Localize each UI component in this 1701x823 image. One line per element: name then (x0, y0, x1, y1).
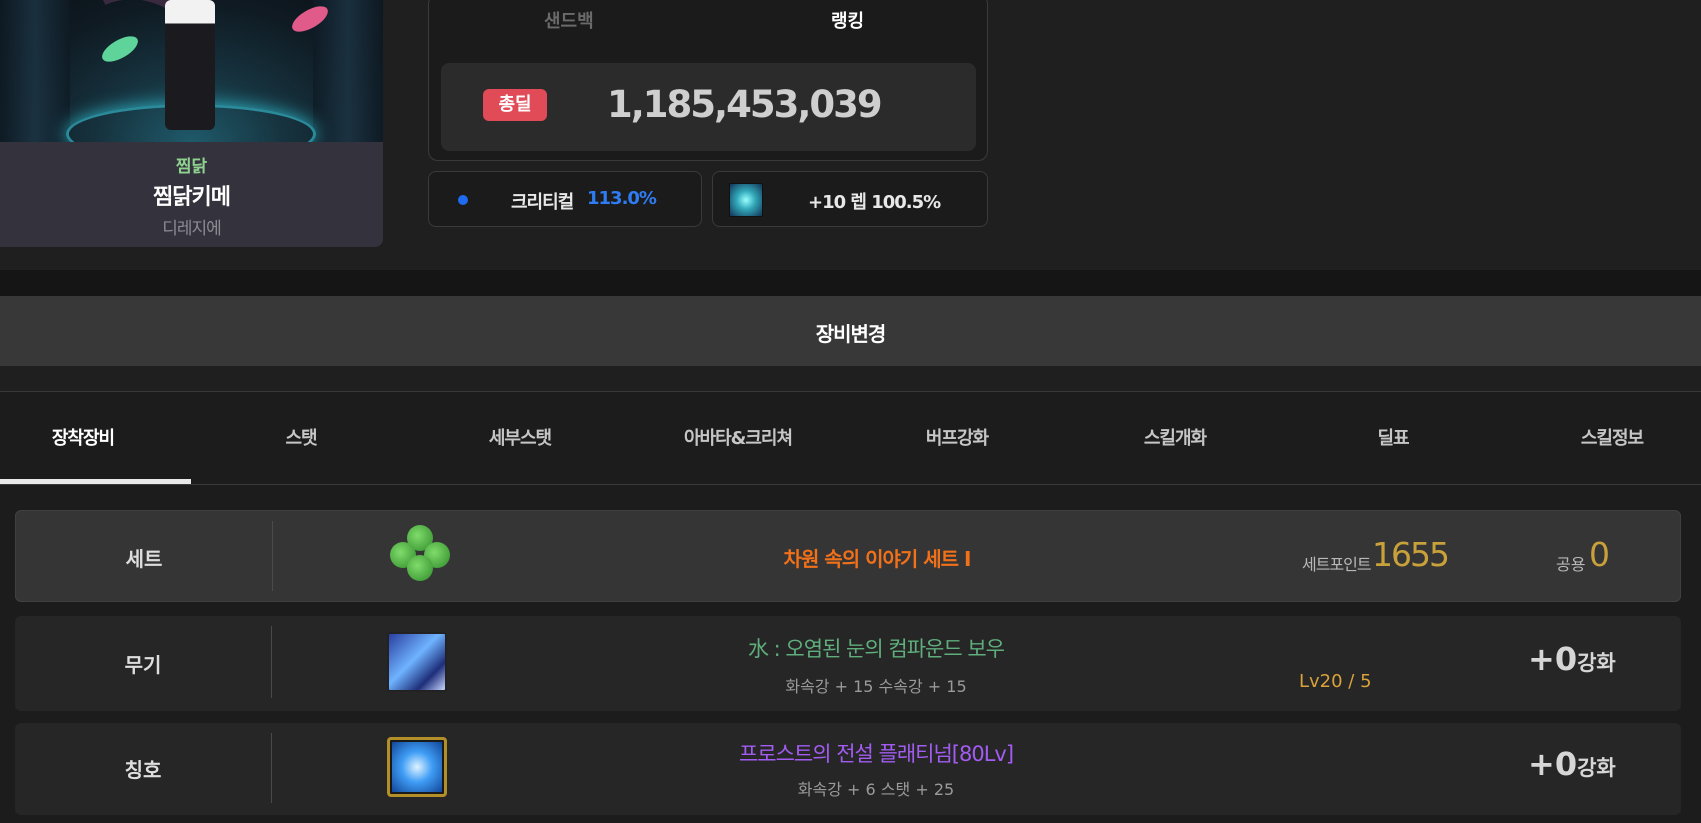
character-summary: 찜닭 찜닭키메 디레지에 샌드백 랭킹 총딜 1,185,453,039 크리티… (0, 0, 1701, 270)
weapon-level: Lv20 / 5 (1299, 671, 1372, 692)
tab-ranking[interactable]: 랭킹 (831, 7, 864, 33)
tab-detail-stats[interactable]: 세부스탯 (437, 392, 603, 485)
total-damage-value: 1,185,453,039 (607, 83, 883, 126)
section-gap (0, 270, 1701, 296)
level-stat: +10 렙 100.5% (712, 171, 988, 227)
set-point-label: 세트포인트 (1302, 555, 1372, 574)
tab-equipped[interactable]: 장착장비 (0, 392, 166, 485)
title-enhance-value: +0 (1528, 745, 1578, 783)
weapon-enhance-value: +0 (1528, 640, 1578, 678)
character-name: 찜닭키메 (153, 185, 231, 210)
info-tabs: 장착장비 스탯 세부스탯 아바타&크리쳐 버프강화 스킬개화 딜표 스킬정보 (0, 392, 1701, 485)
character-class: 디레지에 (162, 219, 222, 239)
total-damage-badge: 총딜 (483, 89, 547, 121)
character-guild: 찜닭 (175, 157, 208, 177)
shared-value: 0 (1589, 535, 1610, 574)
set-point-value: 1655 (1372, 535, 1450, 574)
weapon-enhance: +0강화 (1528, 640, 1616, 678)
title-options: 화속강 + 6 스탯 + 25 (797, 780, 955, 799)
shared-label: 공용 (1556, 555, 1586, 574)
weapon-enhance-label: 강화 (1577, 651, 1616, 675)
critical-stat: 크리티컬 113.0% (428, 171, 702, 227)
tab-stats[interactable]: 스탯 (218, 392, 384, 485)
title-enhance-label: 강화 (1577, 756, 1616, 780)
set-label: 세트 (125, 547, 163, 571)
tab-sandbag[interactable]: 샌드백 (544, 7, 594, 33)
character-card[interactable]: 찜닭 찜닭키메 디레지에 (0, 0, 383, 247)
title-enhance: +0강화 (1528, 745, 1616, 783)
weapon-name: 水 : 오염된 눈의 컴파운드 보우 (748, 637, 1005, 661)
title-label: 칭호 (124, 758, 162, 782)
level-stat-text: +10 렙 100.5% (808, 192, 941, 213)
active-tab-indicator (0, 479, 191, 484)
damage-ranking-panel: 샌드백 랭킹 총딜 1,185,453,039 (428, 0, 988, 161)
tab-buff-enhance[interactable]: 버프강화 (874, 392, 1040, 485)
set-row[interactable]: 세트 차원 속의 이야기 세트 I 세트포인트 1655 공용 0 (15, 510, 1681, 602)
critical-dot-icon (458, 195, 468, 205)
equipment-list: 세트 차원 속의 이야기 세트 I 세트포인트 1655 공용 0 무기 水 :… (0, 485, 1701, 823)
section-divider (0, 366, 1701, 392)
total-damage-panel: 총딜 1,185,453,039 (441, 63, 976, 151)
weapon-label: 무기 (124, 653, 162, 677)
title-row[interactable]: 칭호 프로스트의 전설 플래티넘[80Lv] 화속강 + 6 스탯 + 25 +… (15, 723, 1681, 815)
tab-damage-table[interactable]: 딜표 (1310, 392, 1476, 485)
set-name: 차원 속의 이야기 세트 I (783, 547, 972, 571)
weapon-row[interactable]: 무기 水 : 오염된 눈의 컴파운드 보우 화속강 + 15 수속강 + 15 … (15, 616, 1681, 711)
equipment-change-button[interactable]: 장비변경 (0, 296, 1701, 366)
title-name: 프로스트의 전설 플래티넘[80Lv] (738, 742, 1014, 766)
tab-skill-info[interactable]: 스킬정보 (1529, 392, 1695, 485)
tab-avatar-creature[interactable]: 아바타&크리쳐 (655, 392, 821, 485)
tab-skill-bloom[interactable]: 스킬개화 (1092, 392, 1258, 485)
critical-label: 크리티컬 (511, 192, 574, 213)
equipment-change-label: 장비변경 (815, 322, 887, 346)
critical-value: 113.0% (587, 188, 657, 209)
skill-crystal-icon (729, 183, 763, 217)
character-image (0, 0, 383, 142)
